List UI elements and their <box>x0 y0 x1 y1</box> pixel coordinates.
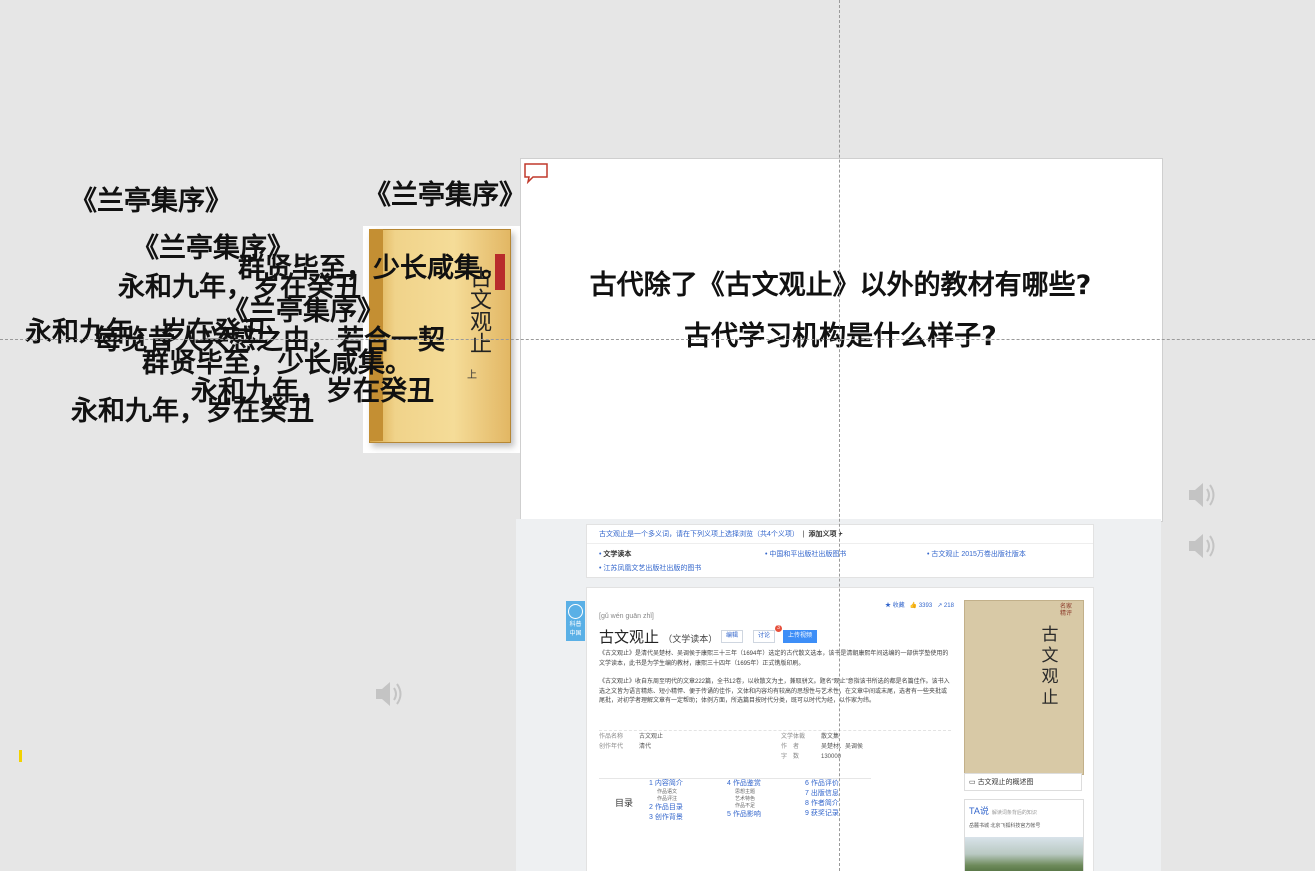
favorite-link[interactable]: 收藏 <box>893 603 905 609</box>
text-box-verse-7[interactable]: 永和九年，岁在癸丑 <box>71 397 314 427</box>
info-item: 文学体裁 散文集 <box>781 734 840 740</box>
sense-item[interactable]: • 文学读本 <box>599 549 631 559</box>
toc-subitem[interactable]: 思想主题 <box>727 789 761 796</box>
cover-tag: 名家精评 <box>1059 604 1072 617</box>
divider <box>587 543 1093 544</box>
image-icon: ▭ <box>969 779 978 786</box>
article-title-text: 古文观止 <box>599 629 660 646</box>
summary-cover-image[interactable]: 名家精评 古文观止 <box>964 600 1084 775</box>
info-item: 字 数 130000 <box>781 754 842 760</box>
sense-item[interactable]: • 古文观止 2015万卷出版社版本 <box>927 549 1026 559</box>
toc-item[interactable]: 7 出版信息 <box>805 789 839 799</box>
toc-item[interactable]: 8 作者简介 <box>805 799 839 809</box>
science-badge[interactable]: 科普 中国 <box>566 601 585 641</box>
add-sense-link[interactable]: 添加义项 + <box>809 531 843 538</box>
discuss-count-badge: 3 <box>775 625 782 632</box>
pinyin: [gǔ wén guān zhǐ] <box>599 613 654 620</box>
info-item: 作 者吴楚材、吴调侯 <box>781 744 864 750</box>
toc-subitem[interactable]: 作品评注 <box>649 796 683 803</box>
summary-paragraph-1: 《古文观止》是清代吴楚材、吴调侯于康熙三十三年（1694年）选定的古代散文选本，… <box>599 651 949 667</box>
toc-subitem[interactable]: 艺术特色 <box>727 796 761 803</box>
toc-column: 4 作品鉴赏 思想主题 艺术特色 作品不足 5 作品影响 <box>727 779 761 820</box>
vertical-guide-line <box>839 0 840 871</box>
cover-title: 古文观止 <box>1041 625 1059 708</box>
sense-item[interactable]: • 江苏凤凰文艺出版社出版的图书 <box>599 563 701 573</box>
info-item: 作品名称 古文观止 <box>599 734 664 740</box>
info-item: 创作年代 清代 <box>599 744 652 750</box>
share-count[interactable]: 218 <box>944 603 954 609</box>
article-subtitle: （文学读本） <box>663 634 718 644</box>
info-divider <box>599 730 951 731</box>
text-cursor-mark <box>19 750 22 762</box>
summary-paragraph-2: 《古文观止》收自东周至明代的文章222篇，全书12卷，以收散文为主，兼取骈文。题… <box>599 679 950 704</box>
slide-question-2[interactable]: 古代学习机构是什么样子? <box>520 314 1161 353</box>
book-volume: 上 <box>467 370 477 381</box>
toc-column: 1 内容简介 作品语文 作品评注 2 作品目录 3 创作背景 <box>649 779 683 823</box>
like-count[interactable]: 3393 <box>919 603 932 609</box>
badge-logo-icon <box>568 604 583 619</box>
sense-header: 古文观止是一个多义词，请在下列义项上选择浏览（共4个义项） | 添加义项 + <box>599 531 843 538</box>
ta-source: 岳麓书城 北京飞狐科技官方帐号 <box>969 823 1041 829</box>
sense-bar: 古文观止是一个多义词，请在下列义项上选择浏览（共4个义项） | 添加义项 + •… <box>586 524 1094 578</box>
edit-button[interactable]: 编辑 <box>721 630 744 643</box>
sense-item[interactable]: • 中国和平出版社出版图书 <box>765 549 846 559</box>
toc-label: 目录 <box>615 798 634 808</box>
text-box-verse-5[interactable]: 群贤毕至，少长咸集。 <box>142 349 412 379</box>
discuss-button[interactable]: 讨论 <box>753 630 776 643</box>
toc-item[interactable]: 4 作品鉴赏 <box>727 779 761 789</box>
speaker-icon[interactable] <box>1185 529 1219 563</box>
toc-column: 6 作品评价 7 出版信息 8 作者简介 9 获奖记录 <box>805 779 839 819</box>
ta-title-text: TA说 <box>969 806 989 816</box>
ta-says-box[interactable]: TA说 解读词条背后的知识 岳麓书城 北京飞狐科技官方帐号 <box>964 799 1084 871</box>
ta-thumbnail[interactable] <box>965 837 1083 871</box>
text-box-title-1[interactable]: 《兰亭集序》 <box>70 187 232 217</box>
upload-video-button[interactable]: 上传视频 <box>783 630 818 643</box>
sense-header-text: 古文观止是一个多义词，请在下列义项上选择浏览（共4个义项） <box>599 531 799 538</box>
speaker-icon[interactable] <box>372 677 406 711</box>
toc-item[interactable]: 5 作品影响 <box>727 810 761 820</box>
badge-text: 科普 中国 <box>569 622 582 637</box>
toc-item[interactable]: 1 内容简介 <box>649 779 683 789</box>
horizontal-guide-line <box>0 339 1315 340</box>
toc-subitem[interactable]: 作品不足 <box>727 803 761 810</box>
toc-item[interactable]: 6 作品评价 <box>805 779 839 789</box>
ta-title: TA说 解读词条背后的知识 <box>969 804 1037 817</box>
toc-subitem[interactable]: 作品语文 <box>649 789 683 796</box>
comment-icon[interactable] <box>523 162 549 184</box>
article-title: 古文观止 （文学读本） <box>599 626 717 647</box>
article-stats: ★ 收藏 👍 3393 ↗ 218 <box>885 603 954 609</box>
toc-item[interactable]: 3 创作背景 <box>649 813 683 823</box>
cover-caption[interactable]: ▭ 古文观止的概述图 <box>964 773 1082 791</box>
speaker-icon[interactable] <box>1185 478 1219 512</box>
toc-item[interactable]: 9 获奖记录 <box>805 809 839 819</box>
ta-subtitle: 解读词条背后的知识 <box>991 810 1037 816</box>
toc-item[interactable]: 2 作品目录 <box>649 803 683 813</box>
text-box-title-2[interactable]: 《兰亭集序》 <box>364 181 526 211</box>
table-of-contents: 目录 1 内容简介 作品语文 作品评注 2 作品目录 3 创作背景 4 作品鉴赏… <box>599 778 871 841</box>
slide-question-1[interactable]: 古代除了《古文观止》以外的教材有哪些? <box>520 263 1161 302</box>
